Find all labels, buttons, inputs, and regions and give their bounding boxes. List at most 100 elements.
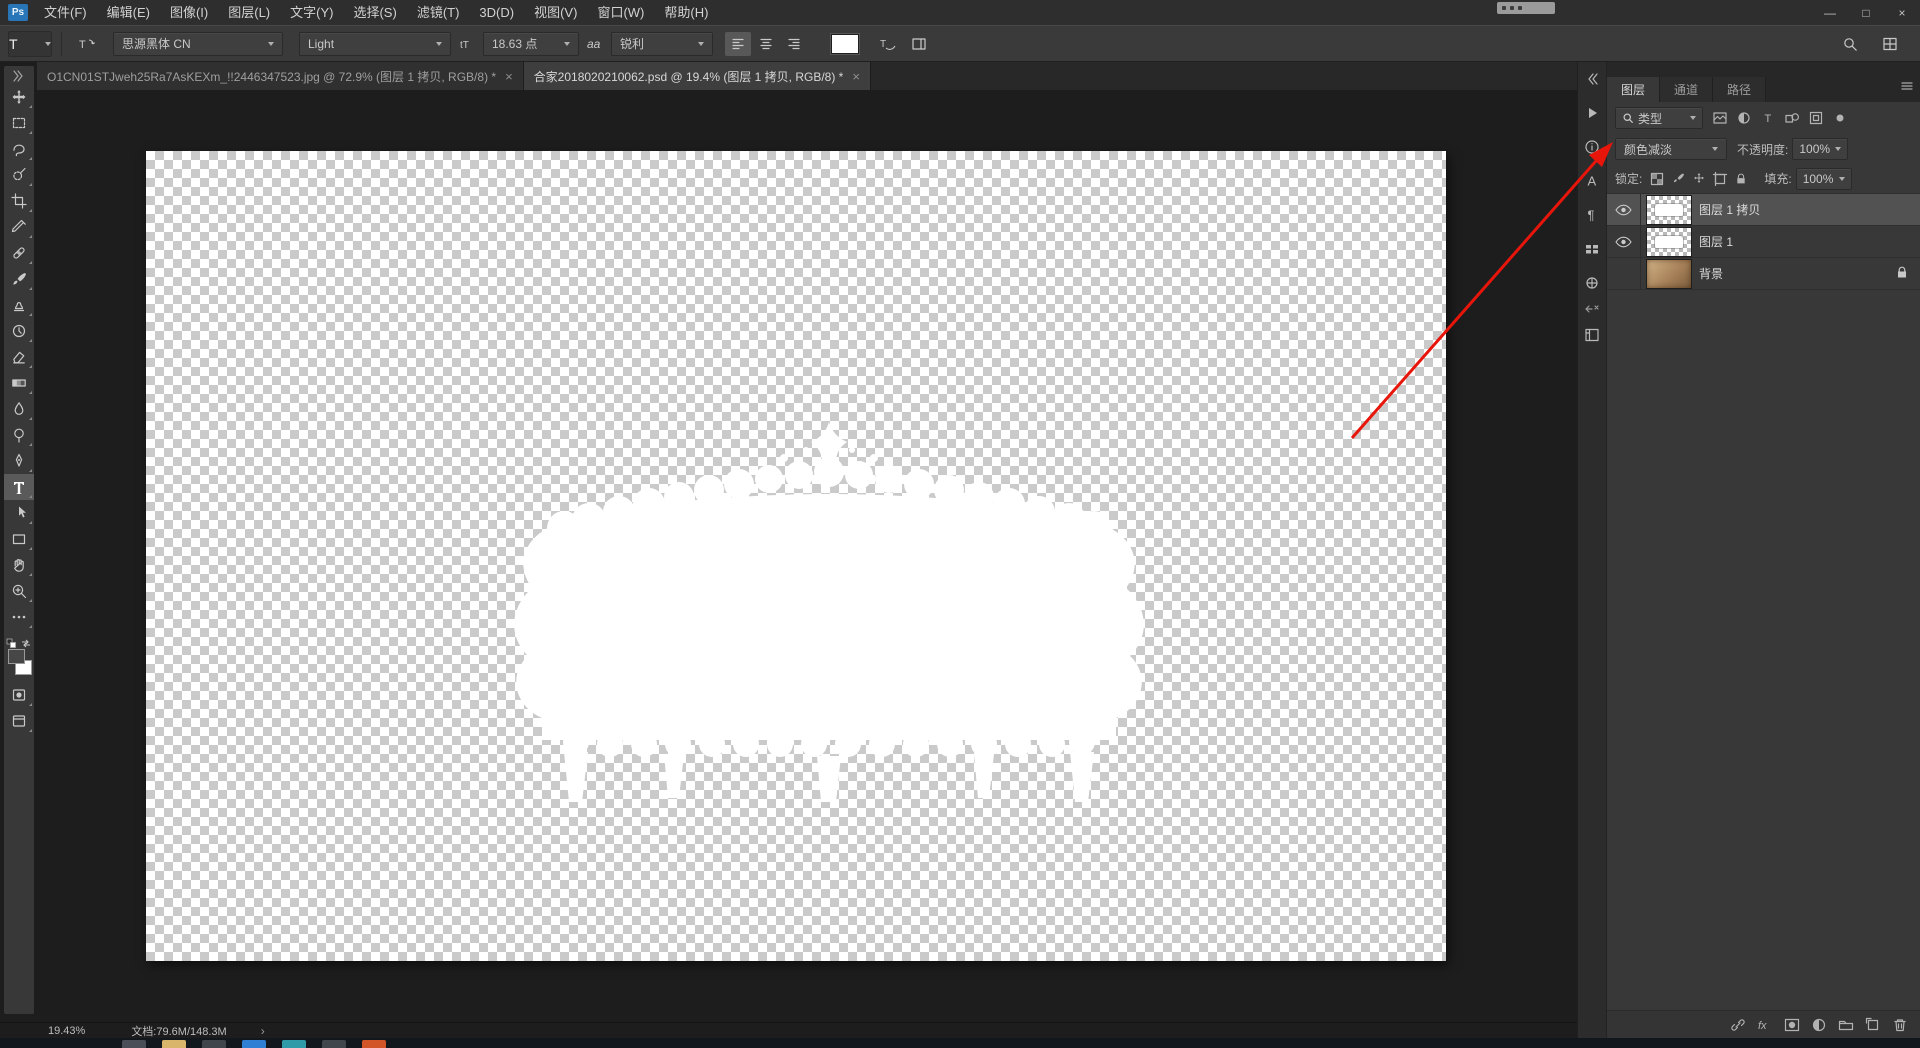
font-family-select[interactable]: 思源黑体 CN [113,31,283,56]
layer-row[interactable]: 背景 [1607,258,1920,290]
type-tool[interactable] [4,474,34,500]
tab-close-icon[interactable]: × [852,69,860,84]
add-layer-mask-icon[interactable] [1782,1015,1802,1035]
menu-item[interactable]: 图层(L) [218,0,280,25]
filter-smart-objects-icon[interactable] [1805,107,1827,129]
status-menu-arrow[interactable]: › [261,1024,265,1038]
taskbar-app-7[interactable] [362,1040,386,1048]
layer-filter-select[interactable]: 类型 [1615,107,1703,129]
lock-transparent-pixels-icon[interactable] [1648,169,1666,189]
align-right-icon[interactable] [781,32,807,56]
panel-menu-icon[interactable] [1899,78,1915,97]
pen-tool[interactable] [4,448,34,474]
screen-mode-button[interactable] [4,708,34,734]
anti-alias-select[interactable]: 锐利 [611,31,713,56]
tab-close-icon[interactable]: × [505,69,513,84]
layer-row[interactable]: 图层 1 拷贝 [1607,194,1920,226]
shape-tool[interactable] [4,526,34,552]
visibility-toggle-empty[interactable] [1607,258,1641,289]
text-color-swatch[interactable] [831,33,859,54]
zoom-tool[interactable] [4,578,34,604]
foreground-color-swatch[interactable] [8,649,25,664]
dodge-tool[interactable] [4,422,34,448]
document-canvas[interactable] [146,151,1446,961]
path-selection-tool[interactable] [4,500,34,526]
menu-item[interactable]: 帮助(H) [654,0,718,25]
font-style-select[interactable]: Light [299,31,451,56]
quick-selection-tool[interactable] [4,162,34,188]
properties-panel-icon[interactable] [1577,96,1607,130]
visibility-eye-icon[interactable] [1607,194,1641,225]
menu-item[interactable]: 3D(D) [469,0,524,25]
new-group-icon[interactable] [1836,1015,1856,1035]
blur-tool[interactable] [4,396,34,422]
taskbar-app-3[interactable] [202,1040,226,1048]
font-size-select[interactable]: 18.63 点 [483,31,579,56]
taskbar-app-6[interactable] [322,1040,346,1048]
text-orientation-icon[interactable]: T [74,32,100,56]
history-brush-tool[interactable] [4,318,34,344]
maximize-button[interactable]: □ [1848,0,1884,25]
new-adjustment-layer-icon[interactable] [1809,1015,1829,1035]
clone-stamp-tool[interactable] [4,292,34,318]
menu-item[interactable]: 编辑(E) [97,0,160,25]
edit-toolbar-button[interactable] [4,604,34,630]
collapse-toolbox-icon[interactable] [4,67,34,84]
minimize-button[interactable]: — [1812,0,1848,25]
taskbar-app-2[interactable] [162,1040,186,1048]
layer-style-icon[interactable]: fx [1755,1015,1775,1035]
visibility-eye-icon[interactable] [1607,226,1641,257]
hand-tool[interactable] [4,552,34,578]
layer-thumbnail[interactable] [1646,258,1692,289]
panel-tab[interactable]: 路径 [1713,77,1767,102]
align-left-icon[interactable] [725,31,751,56]
opacity-field[interactable]: 100% [1792,138,1849,160]
brush-settings-panel-icon[interactable] [1577,318,1607,352]
panel-tab[interactable]: 通道 [1660,77,1714,102]
quick-mask-button[interactable] [4,682,34,708]
align-center-icon[interactable] [753,32,779,56]
zoom-level-field[interactable]: 19.43% [48,1025,85,1037]
dock-group-close-icon[interactable] [1577,300,1607,318]
lock-image-pixels-icon[interactable] [1669,169,1687,189]
search-icon[interactable] [1837,32,1863,56]
layer-thumbnail[interactable] [1646,194,1692,225]
document-tab[interactable]: O1CN01STJweh25Ra7AsKEXm_!!2446347523.jpg… [37,62,524,90]
paragraph-panel-icon[interactable]: ¶ [1577,198,1607,232]
gradient-tool[interactable] [4,370,34,396]
filter-toggle-icon[interactable] [1829,107,1851,129]
layer-row[interactable]: 图层 1 [1607,226,1920,258]
info-panel-icon[interactable] [1577,130,1607,164]
delete-layer-icon[interactable] [1890,1015,1910,1035]
eraser-tool[interactable] [4,344,34,370]
warp-text-icon[interactable]: T [874,32,900,56]
menu-item[interactable]: 文件(F) [34,0,97,25]
filter-shape-layers-icon[interactable] [1781,107,1803,129]
marquee-tool[interactable] [4,110,34,136]
menu-item[interactable]: 文字(Y) [280,0,343,25]
expand-panels-icon[interactable] [1577,62,1607,96]
swatches-panel-icon[interactable] [1577,232,1607,266]
lock-artboard-icon[interactable] [1711,169,1729,189]
menu-item[interactable]: 窗口(W) [587,0,654,25]
lock-all-icon[interactable] [1732,169,1750,189]
taskbar-app-4[interactable] [242,1040,266,1048]
lock-position-icon[interactable] [1690,169,1708,189]
canvas-area[interactable] [37,90,1577,1022]
workspace-switcher-icon[interactable] [1877,32,1903,56]
close-button[interactable]: × [1884,0,1920,25]
filter-pixel-layers-icon[interactable] [1709,107,1731,129]
filter-type-layers-icon[interactable]: T [1757,107,1779,129]
menu-item[interactable]: 图像(I) [160,0,218,25]
move-tool[interactable] [4,84,34,110]
eyedropper-tool[interactable] [4,214,34,240]
lasso-tool[interactable] [4,136,34,162]
menu-item[interactable]: 视图(V) [524,0,587,25]
new-layer-icon[interactable] [1863,1015,1883,1035]
healing-brush-tool[interactable] [4,240,34,266]
clone-source-panel-icon[interactable] [1577,266,1607,300]
blend-mode-select[interactable]: 颜色减淡 [1615,138,1727,160]
taskbar-app-5[interactable] [282,1040,306,1048]
filter-adjustment-layers-icon[interactable] [1733,107,1755,129]
taskbar-app-1[interactable] [122,1040,146,1048]
